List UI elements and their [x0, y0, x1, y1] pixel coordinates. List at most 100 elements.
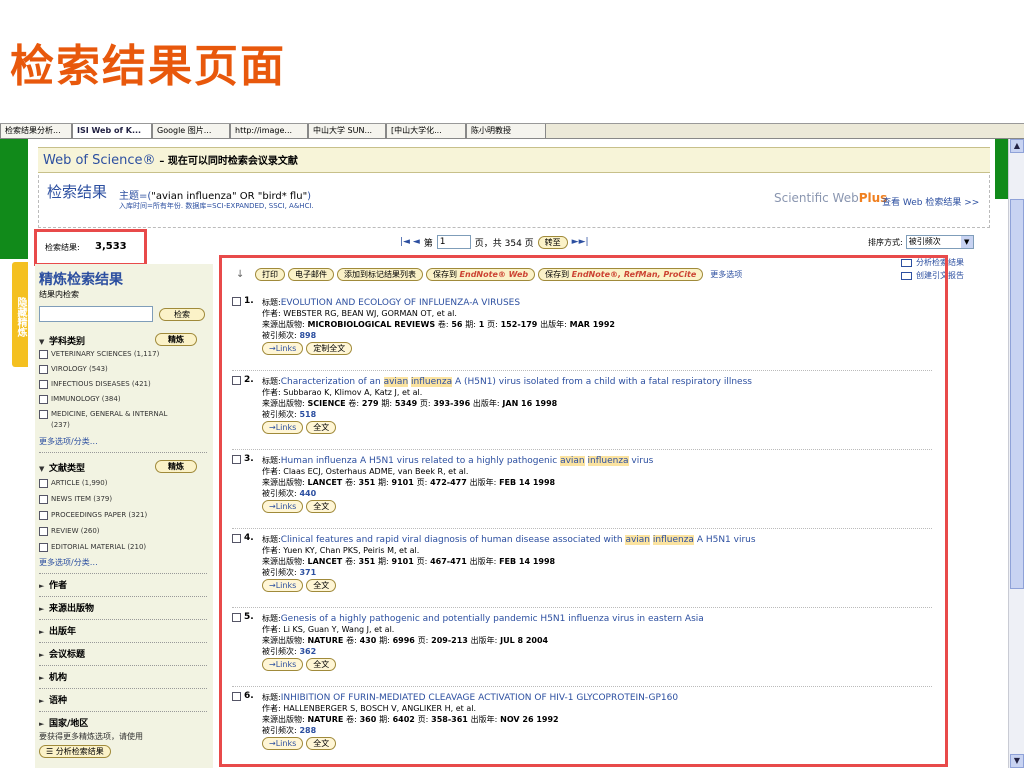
links-button[interactable]: →Links [262, 737, 304, 750]
record-title[interactable]: EVOLUTION AND ECOLOGY OF INFLUENZA-A VIR… [281, 298, 520, 308]
add-marked-button[interactable]: 添加到标记结果列表 [337, 268, 423, 281]
cited-count[interactable]: 288 [297, 726, 316, 735]
subject-option[interactable]: VIROLOGY (543) [39, 365, 207, 374]
links-button[interactable]: →Links [262, 658, 304, 671]
more-doctypes-link[interactable]: 更多选项/分类… [39, 557, 98, 568]
links-button[interactable]: →Links [262, 500, 304, 513]
select-checkbox[interactable] [232, 296, 241, 306]
collapsed-section[interactable]: ► 作者 [39, 578, 209, 591]
checkbox[interactable] [39, 511, 48, 520]
more-options-link[interactable]: 更多选项 [710, 269, 742, 280]
within-search-button[interactable]: 检索 [159, 308, 205, 321]
scroll-up-icon[interactable]: ▲ [1010, 139, 1024, 153]
taskbar-tab[interactable]: 中山大学 SUN... [308, 124, 386, 139]
print-button[interactable]: 打印 [255, 268, 285, 281]
within-results-input[interactable] [39, 306, 153, 322]
doctype-option[interactable]: REVIEW (260) [39, 527, 207, 536]
checkbox[interactable] [39, 479, 48, 488]
refine-doctype-button[interactable]: 精炼 [155, 460, 197, 473]
doctype-option[interactable]: PROCEEDINGS PAPER (321) [39, 511, 207, 520]
section-label: 会议标题 [49, 650, 86, 660]
checkbox[interactable] [39, 365, 48, 374]
select-checkbox[interactable] [232, 454, 241, 464]
taskbar-tab[interactable]: 检索结果分析... [0, 124, 72, 139]
taskbar-tab[interactable]: ISI Web of K... [72, 124, 152, 139]
scroll-down-icon[interactable]: ▼ [1010, 754, 1024, 768]
first-prev-icon[interactable]: |◄ ◄ [400, 237, 420, 247]
fulltext-button[interactable]: 全文 [306, 579, 337, 592]
page-input[interactable] [436, 235, 471, 249]
refine-subject-button[interactable]: 精炼 [155, 333, 197, 346]
select-checkbox[interactable] [232, 533, 241, 543]
select-arrow-icon[interactable]: ↓ [236, 269, 252, 280]
checkbox[interactable] [39, 527, 48, 536]
scroll-thumb[interactable] [1010, 199, 1024, 589]
cited-count[interactable]: 362 [297, 647, 316, 656]
taskbar-tab[interactable]: http://image... [230, 124, 308, 139]
checkbox[interactable] [39, 395, 48, 404]
sort-select[interactable]: 被引频次 ▼ [905, 235, 974, 249]
taskbar-tab[interactable]: [中山大学化... [386, 124, 466, 139]
doctype-option[interactable]: ARTICLE (1,990) [39, 479, 207, 488]
taskbar-tab[interactable]: 陈小明教授 [466, 124, 546, 139]
cited-count[interactable]: 898 [297, 331, 316, 340]
record-title[interactable]: INHIBITION OF FURIN-MEDIATED CLEAVAGE AC… [281, 693, 678, 703]
fulltext-button[interactable]: 全文 [306, 658, 337, 671]
doctype-section[interactable]: ▼ 文献类型 精炼 [39, 460, 209, 474]
webplus-link[interactable]: 查看 Web 检索结果 >> [882, 195, 979, 208]
results-list: ↓ 打印 电子邮件 添加到标记结果列表 保存到 EndNote® Web 保存到… [219, 255, 948, 767]
cited-count[interactable]: 518 [297, 410, 316, 419]
checkbox[interactable] [39, 495, 48, 504]
record-title[interactable]: Human influenza A H5N1 virus related to … [281, 456, 653, 466]
links-button[interactable]: →Links [262, 579, 304, 592]
fulltext-button[interactable]: 全文 [306, 737, 337, 750]
subject-section[interactable]: ▼ 学科类别 精炼 [39, 333, 209, 347]
record-title[interactable]: Clinical features and rapid viral diagno… [281, 535, 756, 545]
source-line: 来源出版物: MICROBIOLOGICAL REVIEWS 卷: 56 期: … [262, 320, 615, 329]
collapsed-icon: ► [39, 651, 45, 659]
subject-option[interactable]: IMMUNOLOGY (384) [39, 395, 207, 404]
checkbox[interactable] [39, 380, 48, 389]
subject-option[interactable]: INFECTIOUS DISEASES (421) [39, 380, 207, 389]
save-endnote-button[interactable]: 保存到 EndNote®, RefMan, ProCite [538, 268, 704, 281]
checkbox[interactable] [39, 350, 48, 359]
more-subjects-link[interactable]: 更多选项/分类… [39, 436, 98, 447]
collapsed-section[interactable]: ► 语种 [39, 693, 209, 706]
go-button[interactable]: 转至 [537, 235, 568, 249]
subject-option[interactable]: (237) [39, 421, 207, 429]
pages: 472-477 [427, 478, 470, 487]
collapsed-section[interactable]: ► 会议标题 [39, 647, 209, 660]
cited-count[interactable]: 440 [297, 489, 316, 498]
checkbox[interactable] [39, 543, 48, 552]
next-last-icon[interactable]: ►►| [572, 237, 589, 247]
doctype-option[interactable]: NEWS ITEM (379) [39, 495, 207, 504]
vertical-scrollbar[interactable]: ▲ ▼ [1008, 139, 1024, 768]
analyze-results-button[interactable]: ☰ 分析检索结果 [39, 745, 111, 758]
collapsed-section[interactable]: ► 来源出版物 [39, 601, 209, 614]
subject-label: IMMUNOLOGY (384) [51, 395, 121, 403]
hide-refine-tab[interactable]: 隐藏精炼 [12, 262, 28, 367]
taskbar-tab[interactable]: Google 图片... [152, 124, 230, 139]
doctype-option[interactable]: EDITORIAL MATERIAL (210) [39, 543, 207, 552]
chevron-down-icon[interactable]: ▼ [960, 236, 973, 248]
collapsed-section[interactable]: ► 机构 [39, 670, 209, 683]
select-checkbox[interactable] [232, 612, 241, 622]
fulltext-button[interactable]: 定制全文 [306, 342, 353, 355]
collapsed-section[interactable]: ► 国家/地区 [39, 716, 209, 729]
select-checkbox[interactable] [232, 375, 241, 385]
email-button[interactable]: 电子邮件 [288, 268, 334, 281]
links-button[interactable]: →Links [262, 342, 304, 355]
subject-option[interactable]: MEDICINE, GENERAL & INTERNAL [39, 410, 207, 419]
checkbox[interactable] [39, 410, 48, 419]
record-buttons: →Links 全文 [262, 579, 932, 592]
fulltext-button[interactable]: 全文 [306, 421, 337, 434]
record-title[interactable]: Genesis of a highly pathogenic and poten… [281, 614, 704, 624]
save-endnote-web-button[interactable]: 保存到 EndNote® Web [426, 268, 536, 281]
subject-option[interactable]: VETERINARY SCIENCES (1,117) [39, 350, 207, 359]
fulltext-button[interactable]: 全文 [306, 500, 337, 513]
record-title[interactable]: Characterization of an avian influenza A… [281, 377, 752, 387]
links-button[interactable]: →Links [262, 421, 304, 434]
cited-count[interactable]: 371 [297, 568, 316, 577]
select-checkbox[interactable] [232, 691, 241, 701]
collapsed-section[interactable]: ► 出版年 [39, 624, 209, 637]
